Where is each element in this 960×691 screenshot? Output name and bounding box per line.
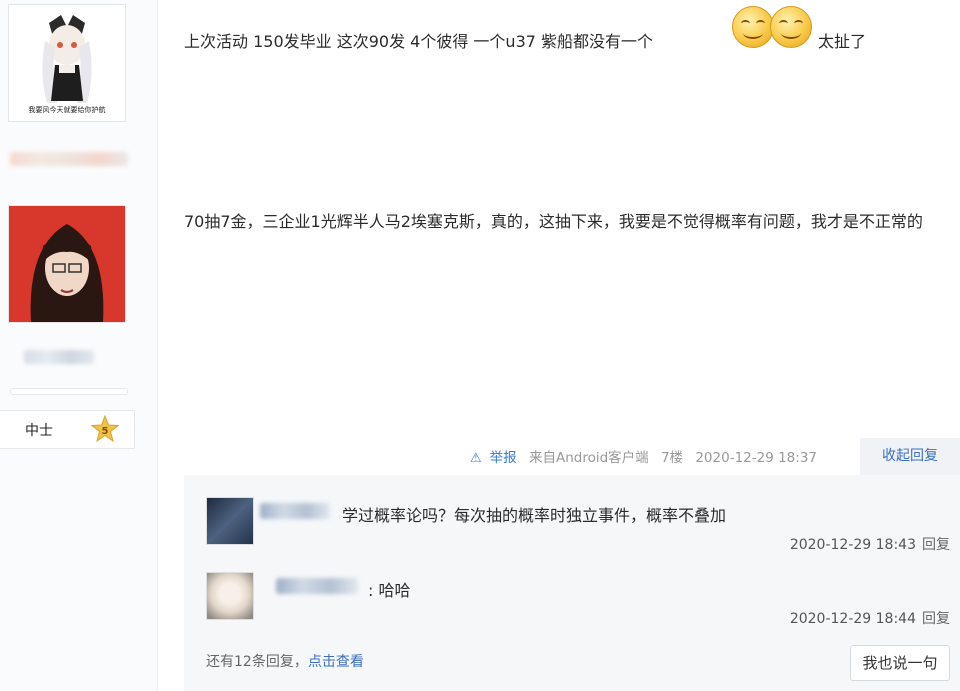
post-meta: ⚠ 举报 来自Android客户端 7楼 2020-12-29 18:37: [470, 446, 825, 466]
collapse-replies-button[interactable]: 收起回复: [860, 438, 960, 475]
username-blurred[interactable]: [24, 350, 94, 364]
reply-button[interactable]: 回复: [922, 537, 950, 553]
smile-emoji-icon: [732, 6, 774, 48]
rank-level: 5: [102, 426, 109, 437]
report-link[interactable]: 举报: [490, 450, 517, 466]
more-replies-prefix: 还有12条回复，: [206, 654, 308, 670]
rank-star-icon: 5: [90, 415, 120, 443]
reply-time: 2020-12-29 18:44: [789, 611, 916, 627]
warning-icon[interactable]: ⚠: [470, 451, 482, 466]
add-reply-button[interactable]: 我也说一句: [850, 645, 950, 681]
reply-meta: 2020-12-29 18:44 回复: [790, 608, 950, 628]
floor-number: 7楼: [660, 450, 684, 466]
reply-avatar[interactable]: [206, 572, 254, 620]
post-content-line: 上次活动 150发毕业 这次90发 4个彼得 一个u37 紫船都没有一个: [184, 32, 654, 51]
post-content-tail: 太扯了: [818, 32, 867, 51]
reply-text: : 哈哈: [368, 581, 411, 600]
smile-emoji-icon: [770, 6, 812, 48]
view-more-link[interactable]: 点击查看: [308, 654, 364, 670]
post-content-paragraph: 70抽7金，三企业1光辉半人马2埃塞克斯，真的，这抽下来，我要是不觉得概率有问题…: [184, 212, 923, 231]
client-source: 来自Android客户端: [528, 450, 649, 466]
reply-username-blurred[interactable]: [276, 578, 358, 594]
level-bar: [10, 388, 128, 395]
avatar-caption: 我要风今天就要给你护航: [28, 106, 106, 114]
reply-meta: 2020-12-29 18:43 回复: [790, 534, 950, 554]
username-blurred[interactable]: [10, 152, 128, 166]
reply-text: 学过概率论吗？每次抽的概率时独立事件，概率不叠加: [342, 506, 727, 525]
reply-username-blurred[interactable]: [260, 503, 330, 519]
anime-avatar-image: [9, 5, 125, 121]
rank-box: 中士 5: [0, 410, 135, 449]
reply-avatar[interactable]: [206, 497, 254, 545]
reply-button[interactable]: 回复: [922, 611, 950, 627]
reply-section: 学过概率论吗？每次抽的概率时独立事件，概率不叠加 2020-12-29 18:4…: [184, 475, 960, 691]
user-avatar[interactable]: [8, 205, 126, 323]
author-sidebar: 我要风今天就要给你护航 中士 5: [0, 0, 158, 691]
post-time: 2020-12-29 18:37: [695, 450, 817, 466]
portrait-avatar-image: [9, 206, 125, 322]
more-replies: 还有12条回复，点击查看: [206, 651, 364, 671]
reply-time: 2020-12-29 18:43: [789, 537, 916, 553]
rank-title: 中士: [25, 423, 53, 439]
user-avatar[interactable]: 我要风今天就要给你护航: [8, 4, 126, 122]
